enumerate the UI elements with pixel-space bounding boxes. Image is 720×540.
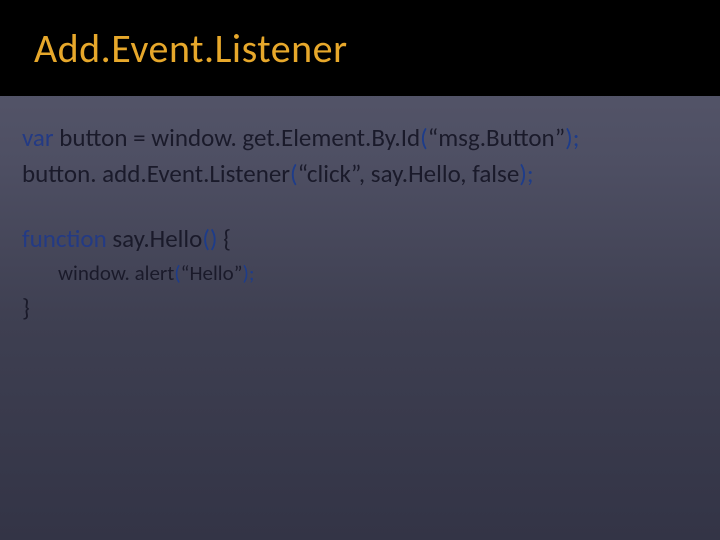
paren-open: ( [290,158,298,189]
paren-close: ); [243,260,255,286]
slide-title: Add.Event.Listener [34,24,348,73]
slide: Add.Event.Listener var button = window. … [0,0,720,540]
code-text: window. alert [58,260,174,286]
string-literal: “Hello” [181,260,243,286]
code-block: var button = window. get.Element.By.Id(“… [0,96,720,327]
code-line-5: } [22,290,698,326]
keyword-var: var [22,122,54,153]
paren-open: ( [202,223,210,254]
code-text: button. add.Event.Listener [22,158,290,189]
code-text: button = window. get.Element.By.Id [54,122,421,153]
brace-open: { [218,223,232,254]
paren-open: ( [420,122,428,153]
spacer [22,193,698,221]
code-line-4: window. alert(“Hello”); [22,257,698,291]
paren-close: ); [519,158,533,189]
code-line-1: var button = window. get.Element.By.Id(“… [22,120,698,156]
code-line-3: function say.Hello() { [22,221,698,257]
brace-close: } [22,292,30,323]
code-line-2: button. add.Event.Listener(“click”, say.… [22,156,698,192]
string-literal: “msg.Button” [428,122,565,153]
keyword-function: function [22,223,107,254]
slide-header: Add.Event.Listener [0,0,720,96]
args: “click”, say.Hello, false [298,158,520,189]
paren-close: ); [565,122,579,153]
function-name: say.Hello [107,223,203,254]
paren-close: ) [210,223,218,254]
